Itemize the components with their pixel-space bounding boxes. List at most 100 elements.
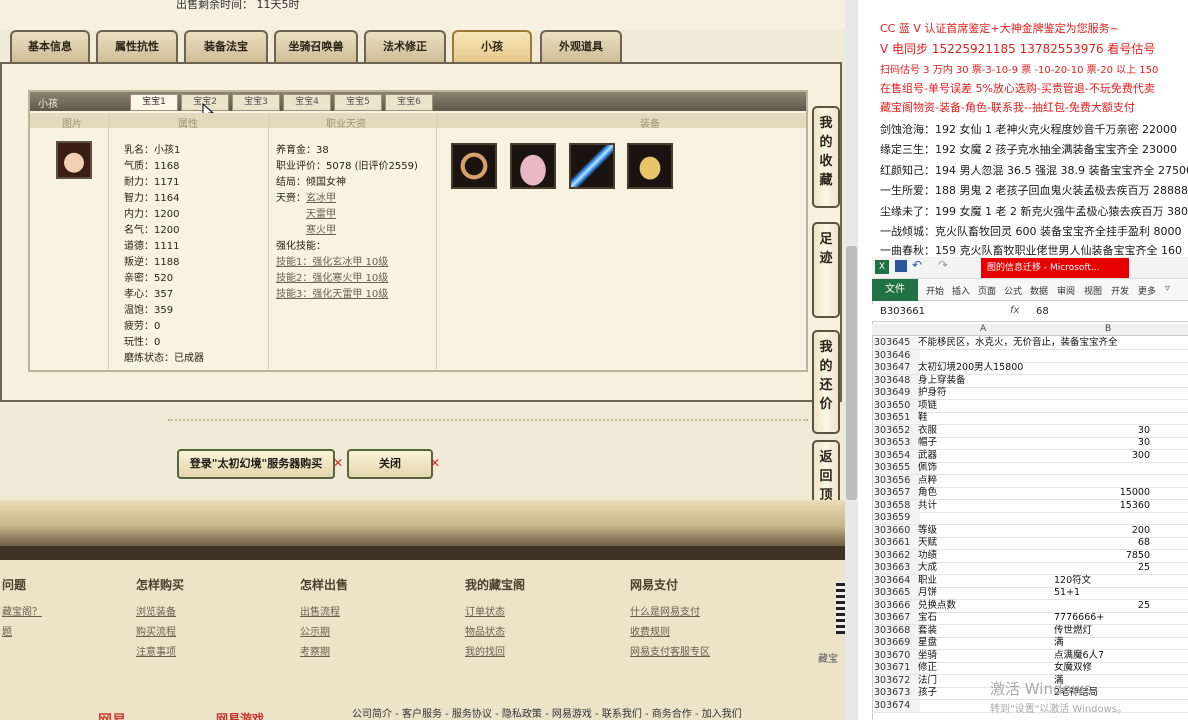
spreadsheet-row[interactable]: 303662 功绩 7850: [872, 549, 1188, 563]
ribbon-tab[interactable]: 更多: [1138, 284, 1156, 297]
footer-link[interactable]: 考察期: [300, 643, 330, 658]
footer-link[interactable]: 注意事项: [136, 643, 176, 658]
cell-a[interactable]: 身上穿装备: [918, 375, 966, 387]
cell-a[interactable]: 帽子: [918, 437, 937, 449]
column-header-b[interactable]: B: [1105, 324, 1111, 334]
ribbon-tab[interactable]: 页面: [978, 284, 996, 297]
cell-b[interactable]: 7850: [1036, 550, 1150, 562]
row-number[interactable]: 303654: [874, 449, 920, 462]
baby-tab-5[interactable]: 宝宝5: [334, 94, 382, 111]
row-number[interactable]: 303647: [874, 362, 920, 374]
ribbon-collapse-icon[interactable]: ▿: [1165, 283, 1170, 294]
cell-b[interactable]: 15000: [1036, 487, 1150, 499]
spreadsheet-row[interactable]: 303648 身上穿装备: [872, 374, 1188, 388]
side-footprints[interactable]: 足迹: [812, 222, 840, 318]
skill-link[interactable]: 技能2：强化寒火甲 10级: [276, 269, 388, 284]
row-number[interactable]: 303665: [874, 587, 920, 599]
ribbon-tab[interactable]: 视图: [1084, 284, 1102, 297]
spreadsheet-row[interactable]: 303658 共计 15360: [872, 499, 1188, 513]
tab-mounts[interactable]: 坐骑召唤兽: [274, 30, 358, 63]
footer-link[interactable]: 题: [2, 623, 12, 638]
cell-b[interactable]: 25: [1036, 562, 1150, 574]
spreadsheet-row[interactable]: 303663 大成 25: [872, 562, 1188, 575]
ribbon-tab[interactable]: 插入: [952, 284, 970, 297]
cell-a[interactable]: 等级: [918, 525, 937, 537]
cell-b[interactable]: 30: [1036, 425, 1150, 437]
cell-b[interactable]: 25: [1036, 600, 1150, 612]
row-number[interactable]: 303674: [874, 699, 920, 712]
ribbon-tab[interactable]: 开始: [926, 284, 944, 297]
cell-a[interactable]: 武器: [918, 450, 937, 462]
footer-link[interactable]: 出售流程: [300, 603, 340, 618]
cell-b-text[interactable]: 51+1: [1054, 587, 1080, 599]
cell-a[interactable]: 大成: [918, 562, 937, 574]
undo-icon[interactable]: ↶: [912, 258, 922, 272]
cell-a[interactable]: 星盘: [918, 637, 937, 649]
footer-link[interactable]: 什么是网易支付: [630, 603, 700, 618]
cell-b-text[interactable]: 7776666+: [1054, 612, 1104, 624]
spreadsheet-row[interactable]: 303667 宝石 7776666+: [872, 612, 1188, 625]
spreadsheet-row[interactable]: 303652 衣服 30: [872, 424, 1188, 438]
spreadsheet-row[interactable]: 303649 护身符: [872, 387, 1188, 400]
spreadsheet-row[interactable]: 303665 月饼 51+1: [872, 587, 1188, 600]
cell-a[interactable]: 鞋: [918, 412, 928, 424]
cell-a[interactable]: 角色: [918, 487, 937, 499]
spreadsheet-row[interactable]: 303657 角色 15000: [872, 487, 1188, 500]
spreadsheet-row[interactable]: 303651 鞋: [872, 412, 1188, 425]
cell-a[interactable]: 法门: [918, 675, 937, 687]
row-number[interactable]: 303653: [874, 437, 920, 449]
row-number[interactable]: 303650: [874, 399, 920, 412]
row-number[interactable]: 303671: [874, 662, 920, 674]
footer-link[interactable]: 公示期: [300, 623, 330, 638]
footer-link[interactable]: 藏宝阁？: [2, 603, 42, 618]
spreadsheet-row[interactable]: 303653 帽子 30: [872, 437, 1188, 450]
cell-a[interactable]: 兑换点数: [918, 600, 956, 612]
talent-link[interactable]: 天雷甲: [306, 205, 336, 220]
talent-link[interactable]: 寒火甲: [306, 221, 336, 236]
row-number[interactable]: 303673: [874, 687, 920, 699]
footer-link[interactable]: 购买流程: [136, 623, 176, 638]
footer-link[interactable]: 收费规则: [630, 623, 670, 638]
cell-a[interactable]: 月饼: [918, 587, 937, 599]
row-number[interactable]: 303661: [874, 537, 920, 549]
ribbon-tab[interactable]: 开发: [1111, 284, 1129, 297]
tab-appearance[interactable]: 外观道具: [540, 30, 622, 63]
row-number[interactable]: 303663: [874, 562, 920, 574]
cell-b[interactable]: 300: [1036, 450, 1150, 462]
row-number[interactable]: 303645: [874, 337, 920, 349]
cell-a[interactable]: 佩饰: [918, 462, 937, 474]
footer-link[interactable]: 浏览装备: [136, 603, 176, 618]
tab-equipment[interactable]: 装备法宝: [184, 30, 268, 63]
side-my-favorites[interactable]: 我的收藏: [812, 106, 840, 208]
cell-a[interactable]: 共计: [918, 500, 937, 512]
row-number[interactable]: 303669: [874, 637, 920, 649]
spreadsheet-row[interactable]: 303659: [872, 512, 1188, 525]
ribbon-tab[interactable]: 公式: [1004, 284, 1022, 297]
row-number[interactable]: 303652: [874, 424, 920, 437]
spreadsheet-row[interactable]: 303668 套装 传世燃灯: [872, 624, 1188, 638]
cell-b-text[interactable]: 120符文: [1054, 575, 1091, 587]
spreadsheet-row[interactable]: 303647 太初幻境200男人15800: [872, 362, 1188, 375]
save-icon[interactable]: [895, 260, 907, 272]
row-number[interactable]: 303656: [874, 474, 920, 487]
spreadsheet-row[interactable]: 303669 星盘 满: [872, 637, 1188, 650]
row-number[interactable]: 303648: [874, 374, 920, 387]
footer-bottom-links[interactable]: 公司简介 - 客户服务 - 服务协议 - 隐私政策 - 网易游戏 - 联系我们 …: [352, 705, 742, 720]
scrollbar-thumb[interactable]: [846, 246, 857, 500]
baby-tab-3[interactable]: 宝宝3: [232, 94, 280, 111]
cell-a[interactable]: 不能移民区，水克火，无价音止，装备宝宝齐全: [918, 337, 1118, 349]
baby-tab-4[interactable]: 宝宝4: [283, 94, 331, 111]
row-number[interactable]: 303651: [874, 412, 920, 424]
equipment-pouch-icon[interactable]: [510, 143, 556, 189]
formula-input[interactable]: 68: [1036, 306, 1049, 317]
cell-b[interactable]: 200: [1036, 525, 1150, 537]
cell-a[interactable]: 坐骑: [918, 650, 937, 662]
tab-children[interactable]: 小孩: [452, 30, 532, 63]
cell-a[interactable]: 衣服: [918, 425, 937, 437]
side-my-bargains[interactable]: 我的还价: [812, 330, 840, 434]
child-avatar[interactable]: [56, 141, 92, 179]
row-number[interactable]: 303670: [874, 649, 920, 662]
footer-link[interactable]: 物品状态: [465, 623, 505, 638]
cell-b-text[interactable]: 女魔双修: [1054, 662, 1092, 674]
row-number[interactable]: 303655: [874, 462, 920, 474]
